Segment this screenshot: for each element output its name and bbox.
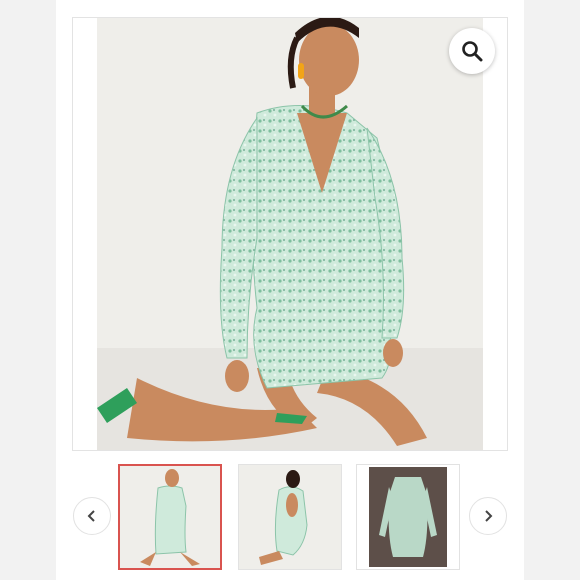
thumbnail-front-view[interactable]: [118, 464, 222, 570]
next-image-button[interactable]: [469, 497, 507, 535]
model-photo-illustration: [97, 18, 483, 450]
previous-image-button[interactable]: [73, 497, 111, 535]
chevron-left-icon: [87, 510, 95, 522]
thumbnail-flat-lay[interactable]: [356, 464, 460, 570]
search-icon: [462, 41, 483, 62]
thumbnail-back-view[interactable]: [238, 464, 342, 570]
zoom-button[interactable]: [449, 28, 495, 74]
thumbnail-image-3: [357, 465, 459, 569]
main-product-photo[interactable]: [97, 18, 483, 450]
thumbnail-image-2: [239, 465, 341, 569]
thumbnail-image-1: [120, 466, 220, 568]
main-image-frame: [72, 17, 508, 451]
chevron-right-icon: [485, 510, 493, 522]
